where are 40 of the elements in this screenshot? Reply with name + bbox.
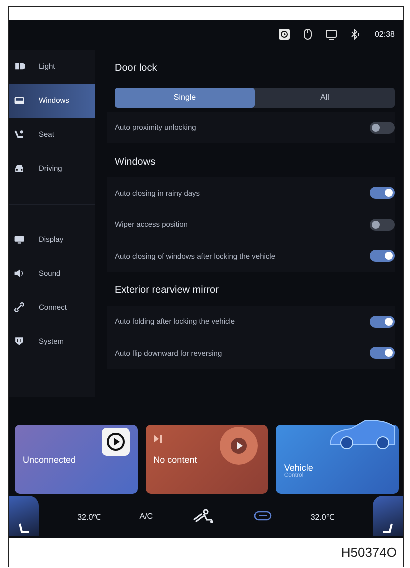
recirculation-icon[interactable] bbox=[254, 511, 272, 522]
sidebar-icon bbox=[14, 336, 25, 348]
media-card[interactable]: No content bbox=[146, 424, 268, 494]
sidebar-icon bbox=[14, 129, 25, 140]
airflow-seat-icon[interactable] bbox=[192, 508, 216, 524]
sidebar-icon bbox=[14, 268, 25, 280]
skip-icon[interactable] bbox=[154, 434, 162, 443]
bluetooth-icon[interactable] bbox=[350, 29, 361, 40]
section-title: Exterior rearview mirror bbox=[114, 284, 220, 298]
mouse-icon[interactable] bbox=[304, 29, 312, 40]
ac-button[interactable]: A/C bbox=[140, 512, 154, 521]
toggle-switch[interactable] bbox=[370, 187, 395, 199]
sidebar-icon bbox=[14, 61, 25, 72]
toggle-switch[interactable] bbox=[370, 250, 395, 262]
play-app-icon[interactable] bbox=[102, 428, 130, 456]
toggle-switch[interactable] bbox=[370, 218, 395, 230]
segment-tab[interactable]: Single bbox=[115, 88, 255, 108]
toggle-switch[interactable] bbox=[370, 347, 395, 359]
seat-heat-button[interactable] bbox=[372, 496, 403, 536]
sidebar-icon bbox=[14, 163, 25, 174]
phone-card[interactable]: Unconnected bbox=[15, 424, 138, 494]
sidebar-icon bbox=[14, 234, 25, 246]
section-title: Door lock bbox=[114, 62, 158, 76]
card-title: Vehicle bbox=[284, 462, 314, 473]
screen-icon[interactable] bbox=[326, 30, 337, 40]
toggle-switch[interactable] bbox=[370, 122, 395, 134]
figure-code: H50374O bbox=[341, 545, 397, 560]
section-title: Windows bbox=[114, 156, 157, 170]
card-title: Unconnected bbox=[23, 454, 78, 465]
temperature-reading: 32.0℃ bbox=[78, 512, 102, 522]
seat-heat-button[interactable] bbox=[9, 496, 39, 536]
play-app-icon[interactable] bbox=[278, 29, 290, 40]
card-title: No content bbox=[154, 454, 198, 465]
sidebar-icon bbox=[14, 302, 25, 314]
toggle-switch[interactable] bbox=[370, 316, 395, 328]
sidebar-icon bbox=[14, 95, 25, 106]
segment-tab[interactable]: All bbox=[255, 88, 395, 108]
temperature-reading: 32.0℃ bbox=[310, 512, 334, 522]
clock-time: 02:38 bbox=[374, 30, 395, 40]
disc-play-icon[interactable] bbox=[220, 426, 258, 465]
